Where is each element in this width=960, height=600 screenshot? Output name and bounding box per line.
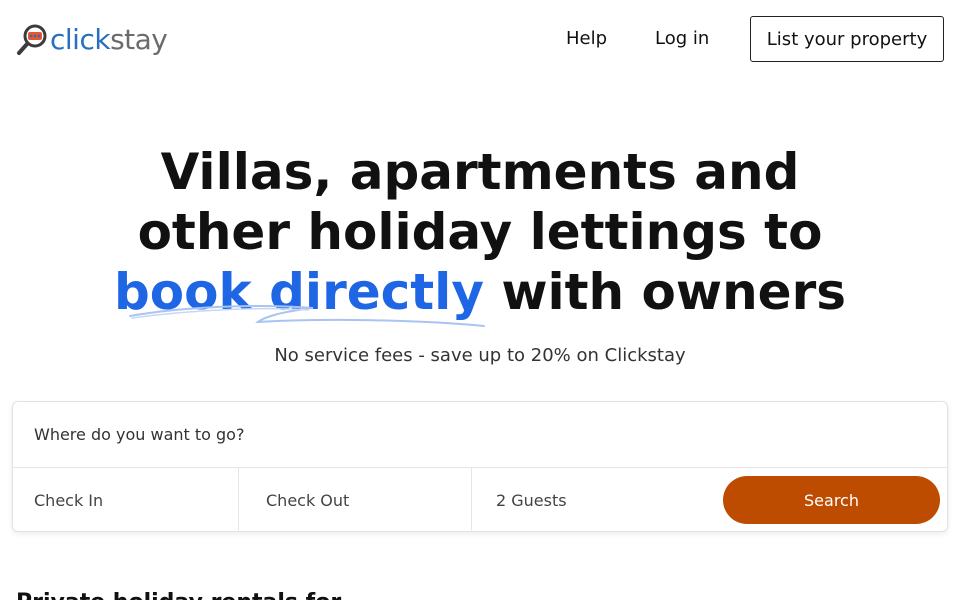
hero-line-1: Villas, apartments and <box>160 143 800 201</box>
destination-input[interactable] <box>13 402 947 467</box>
search-chat-icon <box>16 22 50 58</box>
check-in-field[interactable]: Check In <box>13 468 239 532</box>
check-out-label: Check Out <box>266 490 350 510</box>
hero-line-2: other holiday lettings to <box>137 203 823 261</box>
hero-subtitle: No service fees - save up to 20% on Clic… <box>274 345 686 366</box>
clickstay-logo[interactable]: clickstay <box>16 20 168 60</box>
brand-name: clickstay <box>50 23 168 56</box>
guests-field[interactable]: 2 Guests <box>472 468 712 532</box>
site-header: clickstay Help Log in List your property <box>0 0 960 80</box>
list-property-button[interactable]: List your property <box>750 16 944 62</box>
help-link[interactable]: Help <box>566 28 607 50</box>
check-in-label: Check In <box>34 490 104 510</box>
search-form: Check In Check Out 2 Guests Search <box>12 401 948 532</box>
hero-line-3-rest: with owners <box>483 263 847 321</box>
accent-underline <box>129 305 485 327</box>
check-out-field[interactable]: Check Out <box>239 468 472 532</box>
search-button[interactable]: Search <box>723 476 940 524</box>
hero-heading: Villas, apartments and other holiday let… <box>0 142 960 322</box>
login-link[interactable]: Log in <box>655 28 709 50</box>
guests-label: 2 Guests <box>496 490 567 510</box>
section-heading: Private holiday rentals for… <box>16 590 363 600</box>
